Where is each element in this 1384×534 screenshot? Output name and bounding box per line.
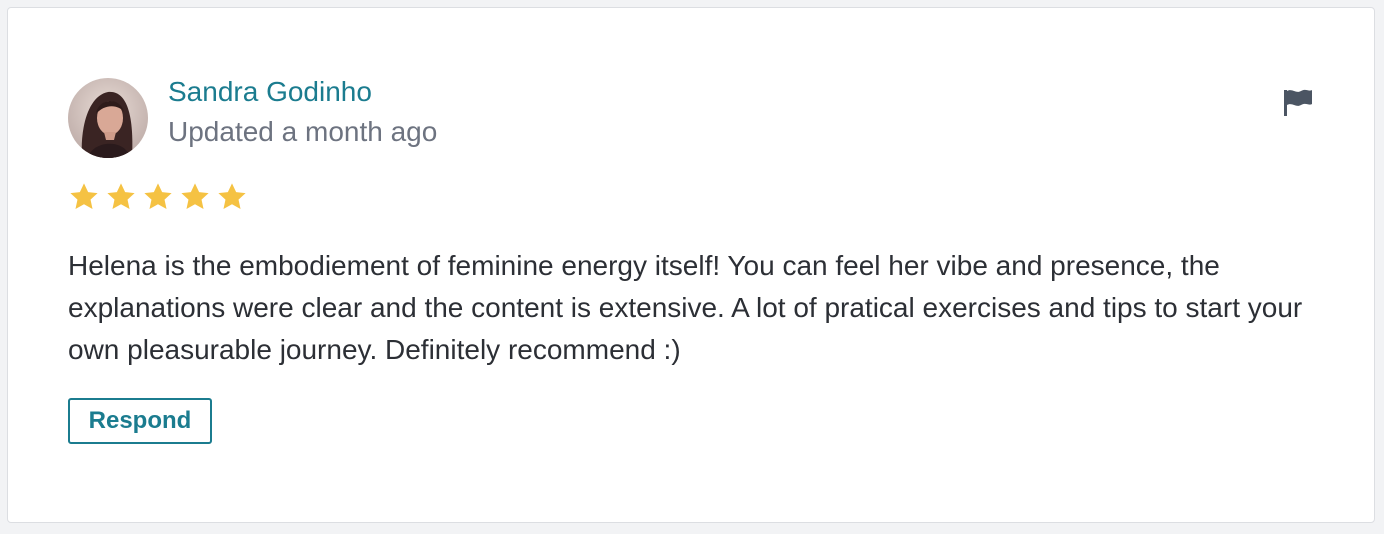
- avatar-photo: [68, 78, 148, 158]
- avatar: [68, 78, 148, 158]
- star-rating: [68, 181, 248, 213]
- updated-timestamp: Updated a month ago: [168, 116, 438, 147]
- star-icon: [218, 183, 246, 209]
- review-card: Sandra Godinho Updated a month ago Helen…: [7, 7, 1375, 523]
- flag-icon[interactable]: [1282, 86, 1314, 118]
- star-icon: [107, 183, 135, 209]
- review-text: Helena is the embodiement of feminine en…: [68, 250, 1303, 365]
- star-icon: [70, 183, 98, 209]
- star-icon: [181, 183, 209, 209]
- respond-button[interactable]: Respond: [68, 398, 212, 444]
- star-icon: [144, 183, 172, 209]
- reviewer-name-link[interactable]: Sandra Godinho: [168, 74, 372, 110]
